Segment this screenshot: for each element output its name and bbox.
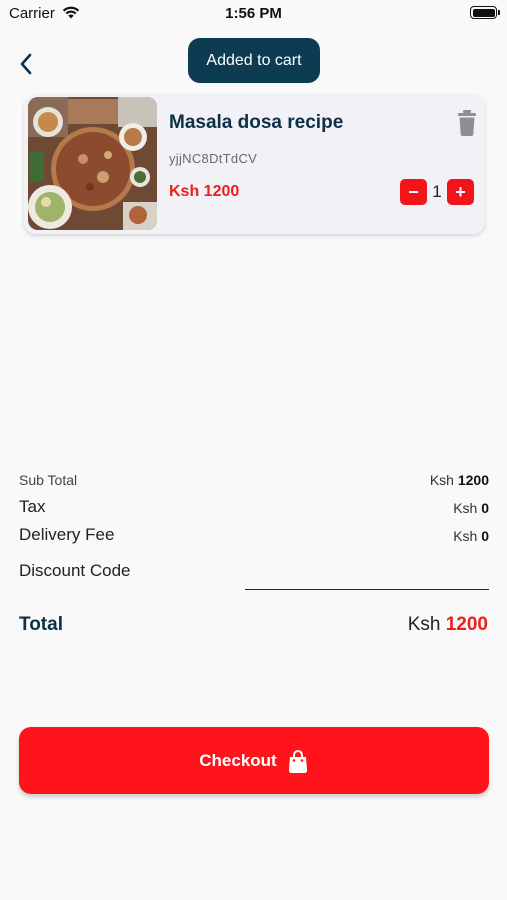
discount-code-label: Discount Code bbox=[19, 561, 131, 580]
checkout-label: Checkout bbox=[199, 750, 277, 770]
battery-icon bbox=[470, 6, 500, 19]
cart-screen: Carrier 1:56 PM Added to cart Masala dos… bbox=[0, 0, 507, 900]
shopping-bag-icon bbox=[288, 749, 307, 773]
tax-label: Tax bbox=[19, 497, 46, 516]
total-label: Total bbox=[19, 614, 63, 635]
tax-currency: Ksh bbox=[453, 500, 478, 516]
item-title: Masala dosa recipe bbox=[169, 112, 344, 133]
added-to-cart-toast: Added to cart bbox=[188, 38, 320, 83]
sub-total-currency: Ksh bbox=[429, 472, 454, 488]
food-image bbox=[28, 97, 157, 230]
quantity-value: 1 bbox=[432, 182, 442, 201]
checkout-button[interactable]: Checkout bbox=[19, 727, 489, 794]
delivery-fee-label: Delivery Fee bbox=[19, 525, 115, 544]
chevron-left-icon bbox=[20, 53, 32, 75]
item-price: Ksh 1200 bbox=[169, 183, 240, 200]
sub-total-value: Ksh 1200 bbox=[430, 472, 489, 488]
sub-total-amount: 1200 bbox=[457, 472, 489, 488]
item-code: yjjNC8DtTdCV bbox=[169, 151, 258, 166]
total-currency: Ksh bbox=[407, 614, 441, 635]
tax-amount: 0 bbox=[481, 500, 489, 516]
delete-item-button[interactable] bbox=[456, 110, 478, 136]
delivery-fee-value: Ksh 0 bbox=[453, 528, 489, 544]
trash-icon bbox=[458, 110, 476, 136]
discount-code-input[interactable] bbox=[245, 560, 489, 590]
back-button[interactable] bbox=[12, 48, 40, 80]
delivery-fee-amount: 0 bbox=[481, 528, 489, 544]
status-bar: Carrier 1:56 PM bbox=[0, 0, 507, 28]
tax-value: Ksh 0 bbox=[453, 500, 489, 516]
sub-total-label: Sub Total bbox=[19, 472, 78, 488]
delivery-fee-currency: Ksh bbox=[453, 528, 478, 544]
status-time: 1:56 PM bbox=[225, 5, 282, 22]
total-amount: 1200 bbox=[445, 614, 488, 635]
decrease-quantity-button[interactable]: − bbox=[400, 179, 427, 205]
cart-item-card: Masala dosa recipe yjjNC8DtTdCV Ksh 1200… bbox=[24, 94, 485, 234]
total-value: Ksh 1200 bbox=[408, 614, 488, 636]
increase-quantity-button[interactable]: + bbox=[447, 179, 474, 205]
